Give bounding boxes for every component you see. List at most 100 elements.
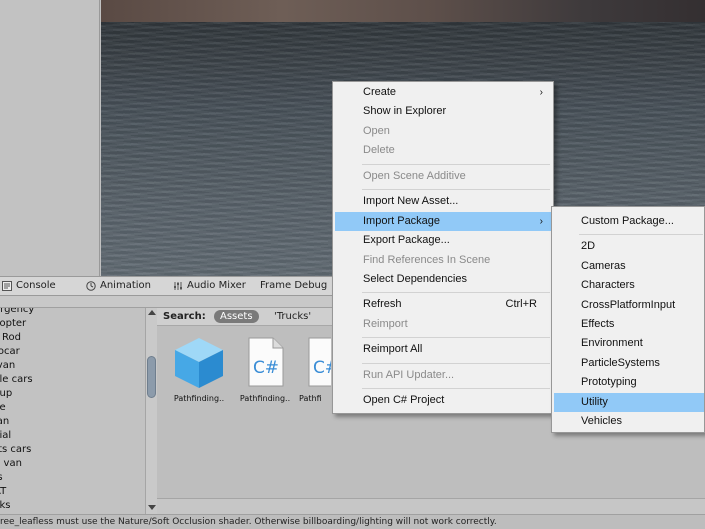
menu-item-select-dependencies[interactable]: Select Dependencies: [335, 270, 551, 289]
menu-item-label: Find References In Scene: [363, 254, 491, 266]
tab-frame-debug-label: Frame Debug: [260, 280, 328, 291]
submenu-item-custom-package[interactable]: Custom Package...: [554, 212, 704, 231]
project-folder-list: ergency copter Rod rocar ivan cle cars c…: [0, 308, 145, 514]
submenu-item-2d[interactable]: 2D: [554, 237, 704, 256]
status-bar-message: ree_leafless must use the Nature/Soft Oc…: [0, 514, 705, 529]
unity-editor-window: Console Animation Audio Mixer Frame Debu…: [0, 0, 705, 529]
menu-item-label: Open C# Project: [363, 394, 445, 406]
submenu-item-particlesystems[interactable]: ParticleSystems: [554, 354, 704, 373]
submenu-item-effects[interactable]: Effects: [554, 315, 704, 334]
list-item[interactable]: copter: [0, 317, 145, 331]
csharp-script-icon: C#: [248, 337, 284, 387]
menu-item-open-csharp-project[interactable]: Open C# Project: [335, 391, 551, 410]
menu-item-delete[interactable]: Delete: [335, 141, 551, 160]
menu-item-label: Show in Explorer: [363, 105, 447, 117]
menu-separator: [362, 363, 550, 364]
submenu-item-characters[interactable]: Characters: [554, 276, 704, 295]
asset-label: Pathfi: [299, 394, 322, 403]
list-item[interactable]: rts cars: [0, 443, 145, 457]
list-item[interactable]: rocar: [0, 345, 145, 359]
submenu-item-vehicles[interactable]: Vehicles: [554, 412, 704, 431]
list-item[interactable]: ivan: [0, 359, 145, 373]
menu-item-reimport-all[interactable]: Reimport All: [335, 340, 551, 359]
list-item[interactable]: /s: [0, 471, 145, 485]
animation-clock-icon: [86, 280, 96, 291]
menu-separator: [362, 388, 550, 389]
menu-item-import-package[interactable]: Import Package ›: [335, 212, 551, 231]
list-item[interactable]: ergency: [0, 308, 145, 317]
menu-shortcut-label: Ctrl+R: [505, 298, 537, 310]
menu-separator: [362, 337, 550, 338]
list-item[interactable]: AT: [0, 485, 145, 499]
import-package-submenu: Custom Package... 2D Cameras Characters …: [551, 206, 705, 433]
prefab-cube-icon: [175, 338, 223, 388]
menu-item-label: Create: [363, 86, 397, 98]
asset-label: Pathfinding..: [173, 394, 225, 403]
tab-console-label: Console: [16, 280, 56, 291]
tab-animation-label: Animation: [100, 280, 151, 291]
menu-item-import-new-asset[interactable]: Import New Asset...: [335, 192, 551, 211]
submenu-item-environment[interactable]: Environment: [554, 334, 704, 353]
menu-item-label: Run API Updater...: [363, 369, 455, 381]
menu-item-label: Select Dependencies: [363, 273, 467, 285]
menu-item-label: Open: [363, 125, 390, 137]
submenu-item-crossplatforminput[interactable]: CrossPlatformInput: [554, 296, 704, 315]
menu-item-find-references[interactable]: Find References In Scene: [335, 251, 551, 270]
tab-console[interactable]: Console: [2, 280, 56, 291]
search-label: Search:: [163, 311, 206, 322]
asset-size-bar: [157, 498, 705, 514]
menu-item-reimport[interactable]: Reimport: [335, 315, 551, 334]
list-item[interactable]: cle cars: [0, 373, 145, 387]
menu-item-label: Import New Asset...: [363, 195, 459, 207]
scroll-up-arrow-icon[interactable]: [148, 310, 156, 315]
asset-item[interactable]: C# Pathfinding..: [233, 336, 297, 403]
project-context-menu: Create › Show in Explorer Open Delete Ope…: [332, 81, 554, 414]
menu-item-open[interactable]: Open: [335, 122, 551, 141]
csharp-script-icon: C#: [308, 337, 331, 387]
menu-item-show-in-explorer[interactable]: Show in Explorer: [335, 102, 551, 121]
scrollbar-thumb[interactable]: [147, 356, 156, 398]
svg-text:C#: C#: [313, 358, 331, 378]
menu-item-label: Delete: [363, 144, 395, 156]
folder-list-scrollbar[interactable]: [145, 308, 157, 514]
asset-item[interactable]: C# Pathfi: [299, 336, 331, 403]
menu-separator: [362, 292, 550, 293]
list-item[interactable]: cup: [0, 387, 145, 401]
scroll-down-arrow-icon[interactable]: [148, 505, 156, 510]
menu-item-open-scene-additive[interactable]: Open Scene Additive: [335, 167, 551, 186]
svg-text:C#: C#: [253, 358, 279, 378]
list-item[interactable]: cks: [0, 499, 145, 513]
asset-label: Pathfinding..: [239, 394, 291, 403]
menu-item-label: Import Package: [363, 215, 441, 227]
list-item[interactable]: ce: [0, 401, 145, 415]
menu-separator: [362, 164, 550, 165]
menu-separator: [579, 234, 703, 235]
menu-item-label: Open Scene Additive: [363, 170, 466, 182]
asset-item[interactable]: Pathfinding..: [167, 336, 231, 403]
menu-item-label: Export Package...: [363, 234, 450, 246]
tab-frame-debug[interactable]: Frame Debug: [260, 280, 327, 291]
submenu-item-prototyping[interactable]: Prototyping: [554, 373, 704, 392]
list-item[interactable]: p van: [0, 457, 145, 471]
menu-item-label: Reimport All: [363, 343, 423, 355]
left-panel-background: [0, 0, 100, 276]
tab-audio-mixer-label: Audio Mixer: [187, 280, 246, 291]
menu-item-refresh[interactable]: Refresh Ctrl+R: [335, 295, 551, 314]
tab-animation[interactable]: Animation: [86, 280, 151, 291]
menu-item-run-api-updater[interactable]: Run API Updater...: [335, 366, 551, 385]
menu-item-create[interactable]: Create ›: [335, 83, 551, 102]
audio-mixer-icon: [174, 281, 182, 290]
scene-horizon: [101, 0, 705, 22]
submenu-item-utility[interactable]: Utility: [554, 393, 704, 412]
search-scope-assets[interactable]: Assets: [214, 310, 259, 323]
console-icon: [2, 280, 12, 291]
search-query-label: 'Trucks': [274, 311, 312, 322]
menu-item-label: Reimport: [363, 318, 408, 330]
submenu-item-cameras[interactable]: Cameras: [554, 257, 704, 276]
tab-audio-mixer[interactable]: Audio Mixer: [173, 280, 246, 291]
menu-item-export-package[interactable]: Export Package...: [335, 231, 551, 250]
list-item[interactable]: Rod: [2, 331, 145, 345]
submenu-arrow-icon: ›: [539, 87, 543, 98]
list-item[interactable]: cial: [0, 429, 145, 443]
list-item[interactable]: lan: [0, 415, 145, 429]
